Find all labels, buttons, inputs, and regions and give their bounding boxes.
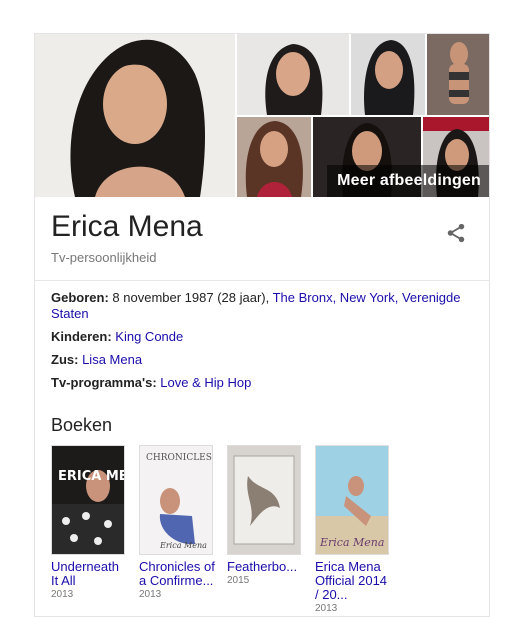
thumbnail-photo-3[interactable] xyxy=(427,34,489,115)
book-cover[interactable]: CHRONICLES Erica Mena xyxy=(139,445,213,555)
book-title[interactable]: Underneath It All xyxy=(51,560,127,588)
more-images-button[interactable]: Meer afbeeldingen xyxy=(327,165,489,197)
fact-sister: Zus: Lisa Mena xyxy=(51,352,475,368)
thumbnail-photo-2[interactable] xyxy=(351,34,425,115)
book-item[interactable]: CHRONICLES Erica Mena Chronicles of a Co… xyxy=(139,445,215,600)
book-year: 2013 xyxy=(51,589,74,600)
book-title[interactable]: Chronicles of a Confirme... xyxy=(139,560,215,588)
svg-text:ERICA MENA: ERICA MENA xyxy=(58,469,124,484)
facts-list: Geboren: 8 november 1987 (28 jaar), The … xyxy=(51,290,475,398)
book-year: 2015 xyxy=(227,575,250,586)
book-cover[interactable]: Erica Mena xyxy=(315,445,389,555)
fact-tv-programs: Tv-programma's: Love & Hip Hop xyxy=(51,375,475,391)
image-gallery: Meer afbeeldingen xyxy=(35,34,489,197)
sister-link[interactable]: Lisa Mena xyxy=(82,352,142,367)
book-title[interactable]: Erica Mena Official 2014 / 20... xyxy=(315,560,391,602)
fact-value: 8 november 1987 (28 jaar), xyxy=(108,290,273,305)
fact-label: Kinderen: xyxy=(51,329,112,344)
book-item[interactable]: ERICA MENA Underneath It All 2013 xyxy=(51,445,127,600)
fact-label: Geboren: xyxy=(51,290,109,305)
books-section-title: Boeken xyxy=(51,415,113,435)
svg-text:Erica Mena: Erica Mena xyxy=(159,541,207,550)
knowledge-panel: Meer afbeeldingen Erica Mena Tv-persoonl… xyxy=(34,33,490,617)
book-item[interactable]: Featherbo... 2015 xyxy=(227,445,303,586)
fact-label: Zus: xyxy=(51,352,79,367)
entity-subtitle: Tv-persoonlijkheid xyxy=(51,250,157,265)
thumbnail-photo-4[interactable] xyxy=(237,117,311,197)
book-cover[interactable]: ERICA MENA xyxy=(51,445,125,555)
svg-text:Erica Mena: Erica Mena xyxy=(319,536,384,549)
divider xyxy=(35,280,489,281)
book-year: 2013 xyxy=(139,589,162,600)
book-year: 2013 xyxy=(315,603,338,614)
book-item[interactable]: Erica Mena Erica Mena Official 2014 / 20… xyxy=(315,445,391,614)
tv-program-link[interactable]: Love & Hip Hop xyxy=(160,375,251,390)
svg-text:CHRONICLES: CHRONICLES xyxy=(146,453,212,463)
book-title[interactable]: Featherbo... xyxy=(227,560,303,574)
fact-born: Geboren: 8 november 1987 (28 jaar), The … xyxy=(51,290,475,322)
entity-title: Erica Mena xyxy=(51,210,203,243)
books-carousel: ERICA MENA Underneath It All 2013 CHRONI… xyxy=(51,445,481,615)
share-icon[interactable] xyxy=(445,222,467,244)
fact-label: Tv-programma's: xyxy=(51,375,157,390)
main-photo[interactable] xyxy=(35,34,235,197)
book-cover[interactable] xyxy=(227,445,301,555)
fact-children: Kinderen: King Conde xyxy=(51,329,475,345)
thumbnail-photo-1[interactable] xyxy=(237,34,349,115)
children-link[interactable]: King Conde xyxy=(115,329,183,344)
